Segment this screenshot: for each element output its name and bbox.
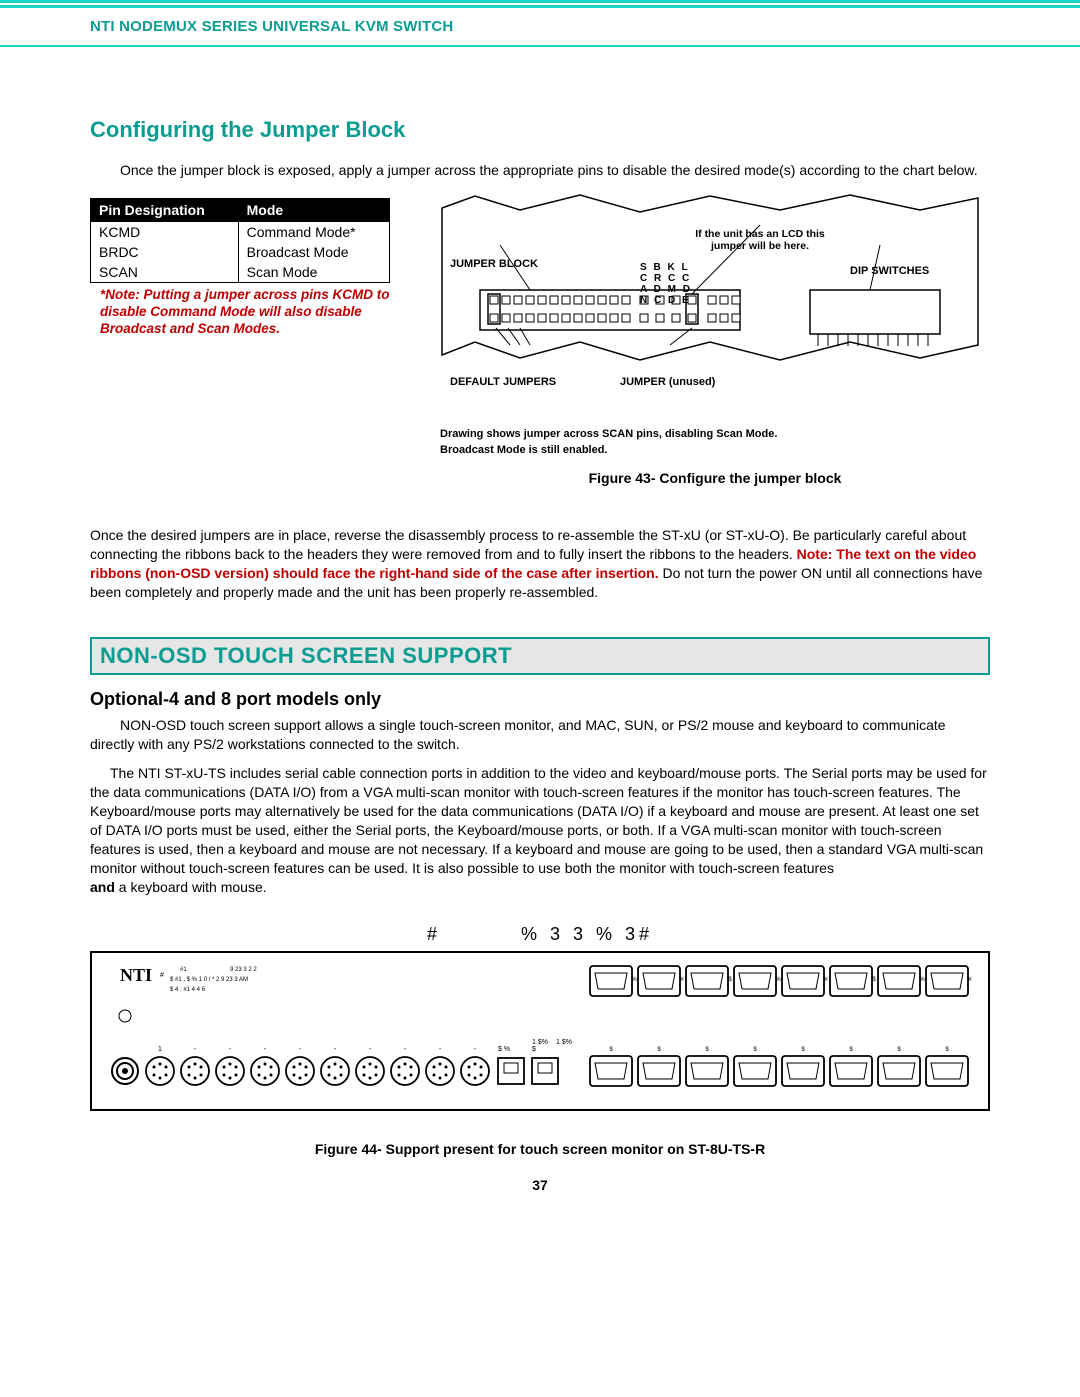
- touchscreen-para1: NON-OSD touch screen support allows a si…: [90, 716, 990, 754]
- reassembly-paragraph: Once the desired jumpers are in place, r…: [90, 526, 990, 602]
- svg-text:1 $%: 1 $%: [556, 1039, 572, 1046]
- svg-text:1: 1: [158, 1046, 162, 1053]
- label-grid-r1: S B K L: [640, 262, 692, 273]
- figure-43-caption: Figure 43- Configure the jumper block: [440, 470, 990, 486]
- touchscreen-para2: The NTI ST-xU-TS includes serial cable c…: [90, 764, 990, 896]
- svg-text:$ %: $ %: [498, 1046, 510, 1053]
- table-row: KCMD Command Mode*: [91, 221, 390, 242]
- serial-port-labels: # % 3 3 % 3#: [90, 924, 990, 945]
- svg-text:%: %: [631, 977, 637, 983]
- section-heading-jumper: Configuring the Jumper Block: [90, 117, 990, 143]
- svg-text:1 $%: 1 $%: [532, 1039, 548, 1046]
- diagram-caption-line1: Drawing shows jumper across SCAN pins, d…: [440, 428, 990, 440]
- svg-text:$ 4 . #1: $ 4 . #1 4 4 6: [170, 987, 206, 993]
- table-row: BRDC Broadcast Mode: [91, 242, 390, 262]
- svg-text:%: %: [775, 977, 781, 983]
- label-lcd-note: If the unit has an LCD this jumper will …: [680, 228, 840, 252]
- jumper-block-diagram: JUMPER BLOCK If the unit has an LCD this…: [440, 190, 990, 486]
- intro-paragraph: Once the jumper block is exposed, apply …: [90, 161, 990, 180]
- label-dip-switches: DIP SWITCHES: [850, 265, 929, 277]
- table-header-pin: Pin Designation: [91, 198, 239, 221]
- table-row: SCAN Scan Mode: [91, 262, 390, 283]
- table-header-mode: Mode: [238, 198, 389, 221]
- pin-designation-table: Pin Designation Mode KCMD Command Mode* …: [90, 198, 390, 283]
- svg-text:9 23 3 2 2: 9 23 3 2 2: [230, 967, 257, 973]
- rear-panel-diagram: NTI # #1 9 23 3 2 2 $ #1 , $ % 1 0 / * 2…: [90, 951, 990, 1111]
- label-grid-r2: C R C C: [640, 273, 692, 284]
- svg-text:#: #: [160, 972, 164, 979]
- svg-text:$: $: [532, 1046, 536, 1053]
- page-number: 37: [90, 1177, 990, 1193]
- label-jumper-unused: JUMPER (unused): [620, 376, 715, 388]
- label-default-jumpers: DEFAULT JUMPERS: [450, 376, 556, 388]
- page-header-title: NTI NODEMUX SERIES UNIVERSAL KVM SWITCH: [90, 18, 453, 35]
- nti-logo: NTI: [120, 965, 152, 985]
- figure-44-caption: Figure 44- Support present for touch scr…: [90, 1141, 990, 1157]
- svg-text:#1: #1: [180, 967, 187, 973]
- label-grid-r4: N C D E: [640, 295, 692, 306]
- svg-text:%: %: [919, 977, 925, 983]
- label-jumper-block: JUMPER BLOCK: [450, 258, 538, 270]
- section-bar-nonosd: NON-OSD TOUCH SCREEN SUPPORT: [90, 637, 990, 675]
- subheading-optional: Optional-4 and 8 port models only: [90, 689, 990, 710]
- diagram-caption-line2: Broadcast Mode is still enabled.: [440, 444, 990, 456]
- label-grid-r3: A D M D: [640, 284, 692, 295]
- section-bar-title: NON-OSD TOUCH SCREEN SUPPORT: [100, 643, 512, 668]
- svg-text:$ #1 , $ % 1 0 / *: $ #1 , $ % 1 0 / * 2 9 23 3 AM: [170, 977, 248, 983]
- table-footnote: *Note: Putting a jumper across pins KCMD…: [100, 287, 410, 338]
